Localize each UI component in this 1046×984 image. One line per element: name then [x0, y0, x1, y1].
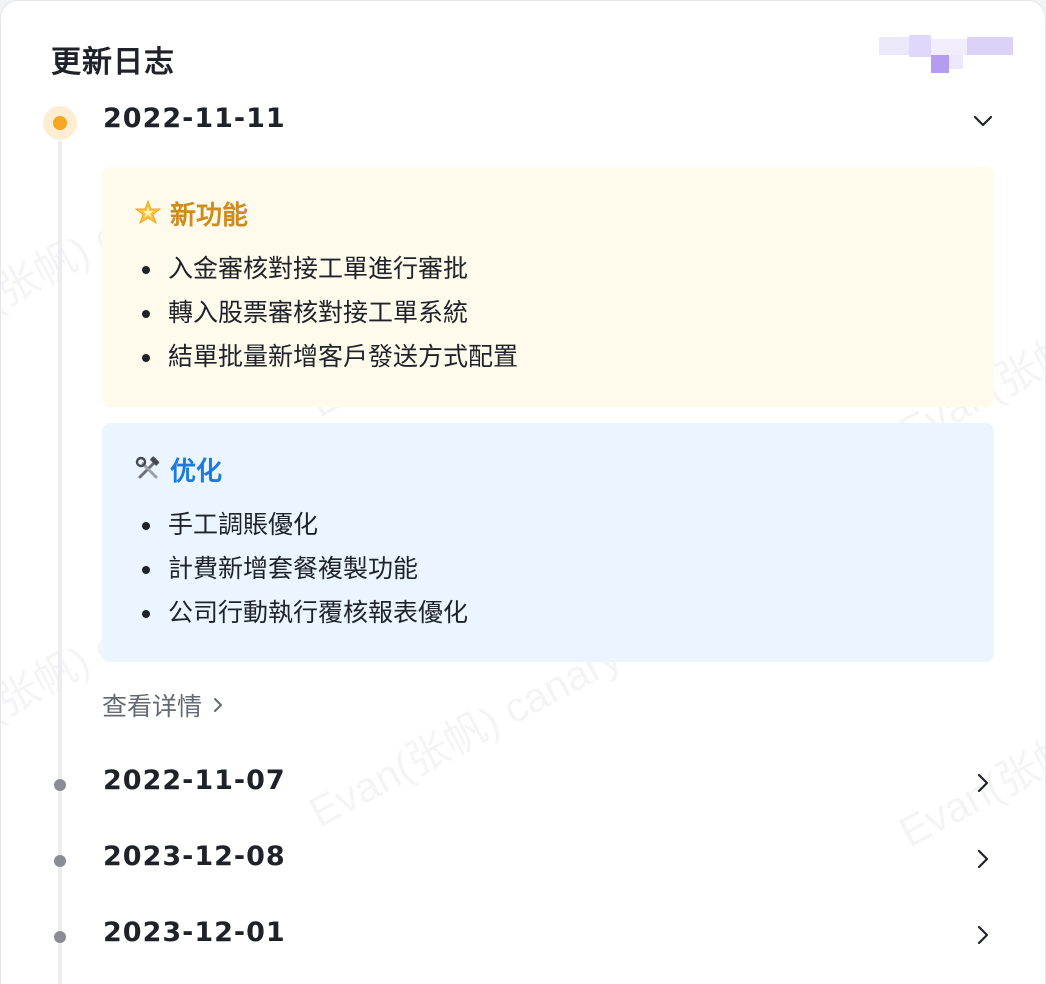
section-title: 优化: [170, 456, 223, 487]
list-item: 計費新增套餐複製功能: [134, 547, 994, 591]
sparkle-star-icon: [134, 199, 162, 227]
page-title: 更新日志: [51, 45, 175, 80]
chevron-right-icon: [214, 698, 223, 712]
list-item: 公司行動執行覆核報表優化: [134, 591, 994, 635]
section-title: 新功能: [170, 200, 249, 231]
new-features-section: 新功能 入金審核對接工單進行審批 轉入股票審核對接工單系統 結單批量新增客戶發送…: [102, 167, 994, 407]
chevron-right-icon[interactable]: [969, 769, 997, 797]
chevron-right-icon[interactable]: [969, 845, 997, 873]
entry-date[interactable]: 2023-12-08: [103, 841, 286, 872]
optimization-section: 优化 手工調賬優化 計費新增套餐複製功能 公司行動執行覆核報表優化: [102, 423, 994, 662]
timeline-dot: [54, 931, 66, 943]
timeline-dot-active: [43, 106, 77, 140]
chevron-right-icon[interactable]: [969, 921, 997, 949]
list-item: 入金審核對接工單進行審批: [134, 247, 994, 291]
hammer-wrench-icon: [134, 455, 162, 483]
watermark: Evan(张帆) canary: [887, 643, 1045, 859]
redacted-user-tag: [879, 35, 1013, 73]
list-item: 轉入股票審核對接工單系統: [134, 291, 994, 335]
list-item: 結單批量新增客戶發送方式配置: [134, 335, 994, 379]
view-details-label: 查看详情: [102, 692, 203, 721]
chevron-down-icon[interactable]: [969, 107, 997, 135]
list-item: 手工調賬優化: [134, 503, 994, 547]
view-details-link[interactable]: 查看详情: [102, 687, 228, 723]
timeline-dot: [54, 779, 66, 791]
entry-date[interactable]: 2022-11-07: [103, 765, 286, 796]
timeline-dot: [54, 855, 66, 867]
entry-date[interactable]: 2023-12-01: [103, 917, 286, 948]
changelog-card: Evan(张帆) canary Evan(张帆) canary Evan(张帆)…: [0, 0, 1046, 984]
entry-date[interactable]: 2022-11-11: [103, 103, 286, 134]
